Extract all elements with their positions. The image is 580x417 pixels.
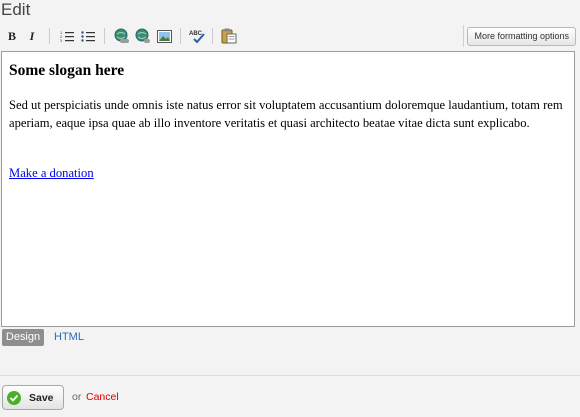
editor-heading: Some slogan here [9, 62, 125, 79]
checkmark-icon [7, 390, 21, 405]
toolbar-separator [180, 28, 181, 44]
bulleted-list-icon [81, 31, 95, 42]
spellcheck-button[interactable]: ABC [187, 26, 207, 46]
donation-link[interactable]: Make a donation [9, 164, 94, 182]
insert-image-button[interactable] [154, 26, 174, 46]
page-title: Edit [1, 0, 31, 19]
link-globe-icon [114, 28, 129, 43]
spellcheck-icon: ABC [189, 31, 205, 43]
toolbar-separator [212, 28, 213, 44]
divider [0, 375, 580, 376]
italic-icon: I [29, 28, 35, 43]
formatting-toolbar: B I 1 2 3 ABC More formatting options [0, 22, 580, 50]
tab-html[interactable]: HTML [54, 329, 84, 346]
paste-clipboard-icon [221, 28, 237, 44]
toolbar-separator [104, 28, 105, 44]
save-label: Save [29, 391, 54, 404]
bold-button[interactable]: B [2, 26, 22, 46]
rich-text-editor[interactable]: Some slogan here Sed ut perspiciatis und… [1, 51, 575, 327]
more-formatting-options-button[interactable]: More formatting options [467, 27, 576, 46]
numbered-list-icon: 1 2 3 [60, 30, 74, 42]
paste-button[interactable] [219, 26, 239, 46]
or-separator-text: or [72, 391, 82, 403]
toolbar-separator [49, 28, 50, 44]
unlink-globe-icon [135, 28, 150, 43]
cancel-link[interactable]: Cancel [86, 391, 119, 403]
italic-button[interactable]: I [22, 26, 42, 46]
toolbar-divider [463, 25, 464, 47]
bulleted-list-button[interactable] [78, 26, 98, 46]
tab-design[interactable]: Design [2, 329, 44, 346]
numbered-list-button[interactable]: 1 2 3 [57, 26, 77, 46]
remove-link-button[interactable] [133, 26, 153, 46]
image-icon [156, 29, 172, 43]
svg-text:3: 3 [60, 38, 63, 42]
svg-text:ABC: ABC [189, 31, 203, 37]
save-button[interactable]: Save [2, 385, 64, 410]
editor-paragraph: Sed ut perspiciatis unde omnis iste natu… [9, 98, 563, 130]
bold-icon: B [7, 28, 16, 43]
insert-link-button[interactable] [112, 26, 132, 46]
